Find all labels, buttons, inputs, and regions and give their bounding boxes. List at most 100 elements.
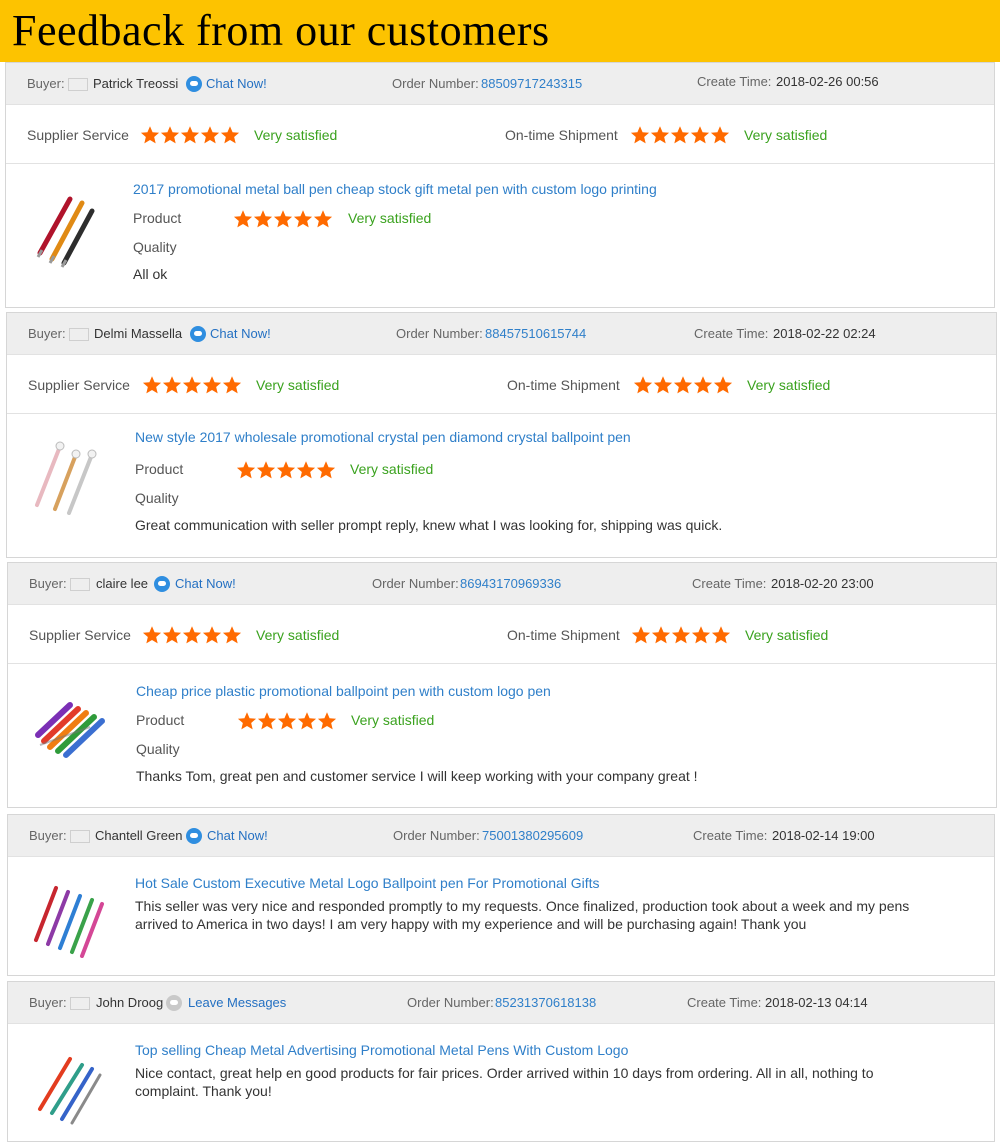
star-icon: [182, 626, 202, 644]
product-title-link[interactable]: 2017 promotional metal ball pen cheap st…: [133, 181, 657, 197]
review-card: Buyer: Chantell Green Chat Now! Order Nu…: [7, 814, 995, 976]
service-rating-row: Supplier Service Very satisfied On-time …: [7, 356, 996, 414]
create-time-value: 2018-02-14 19:00: [772, 828, 875, 843]
chat-now-link[interactable]: Chat Now!: [210, 313, 271, 355]
chat-now-link[interactable]: Chat Now!: [207, 815, 268, 857]
quality-label: Quality: [133, 239, 177, 255]
product-title-link[interactable]: Top selling Cheap Metal Advertising Prom…: [135, 1042, 628, 1058]
buyer-name: claire lee: [96, 576, 149, 591]
create-time-label: Create Time:: [697, 74, 772, 89]
star-icon: [296, 461, 316, 479]
star-icon: [297, 712, 317, 730]
review-comment: Great communication with seller prompt r…: [135, 517, 723, 533]
chat-icon[interactable]: [186, 76, 202, 92]
star-icon: [673, 376, 693, 394]
star-icon: [253, 210, 273, 228]
product-title-link[interactable]: Cheap price plastic promotional ballpoin…: [136, 683, 551, 699]
buyer-label: Buyer:: [27, 76, 65, 91]
star-icon: [630, 126, 650, 144]
order-number-link[interactable]: 75001380295609: [482, 815, 583, 857]
buyer-bar: Buyer: Patrick Treossi Chat Now! Order N…: [6, 63, 994, 105]
star-icon: [160, 126, 180, 144]
product-label: Product: [136, 712, 185, 728]
star-icon: [257, 712, 277, 730]
shipment-label: On-time Shipment: [505, 127, 618, 143]
order-number-link[interactable]: 85231370618138: [495, 982, 596, 1024]
star-icon: [202, 626, 222, 644]
review-comment: All ok: [133, 266, 168, 282]
chat-icon[interactable]: [186, 828, 202, 844]
shipment-stars: [631, 606, 731, 664]
product-thumbnail[interactable]: [30, 1045, 110, 1125]
star-icon: [650, 126, 670, 144]
chat-icon[interactable]: [190, 326, 206, 342]
star-icon: [713, 376, 733, 394]
review-body: New style 2017 wholesale promotional cry…: [7, 415, 996, 557]
create-time-value: 2018-02-22 02:24: [773, 326, 876, 341]
buyer-label: Buyer:: [29, 828, 67, 843]
star-icon: [182, 376, 202, 394]
usa-flag: [69, 328, 89, 341]
review-card: Buyer: Delmi Massella Chat Now! Order Nu…: [6, 312, 997, 558]
product-thumbnail[interactable]: [28, 878, 108, 958]
product-thumbnail[interactable]: [30, 687, 110, 767]
star-icon: [200, 126, 220, 144]
product-title-link[interactable]: New style 2017 wholesale promotional cry…: [135, 429, 631, 445]
product-title-link[interactable]: Hot Sale Custom Executive Metal Logo Bal…: [135, 875, 600, 891]
buyer-bar: Buyer: Chantell Green Chat Now! Order Nu…: [8, 815, 994, 857]
shipment-satisfaction: Very satisfied: [745, 627, 829, 643]
star-icon: [691, 626, 711, 644]
star-icon: [276, 461, 296, 479]
star-icon: [140, 126, 160, 144]
buyer-bar: Buyer: Delmi Massella Chat Now! Order Nu…: [7, 313, 996, 355]
supplier-service-label: Supplier Service: [27, 127, 129, 143]
service-rating-row: Supplier Service Very satisfied On-time …: [8, 606, 996, 664]
australia-flag: [70, 578, 90, 591]
supplier-stars: [142, 606, 242, 664]
buyer-name: Patrick Treossi: [93, 76, 179, 91]
quality-label: Quality: [135, 490, 179, 506]
shipment-label: On-time Shipment: [507, 627, 620, 643]
create-time-label: Create Time:: [694, 326, 769, 341]
shipment-stars: [630, 106, 730, 164]
review-body: Hot Sale Custom Executive Metal Logo Bal…: [8, 858, 994, 976]
order-number-label: Order Number:: [393, 828, 480, 843]
shipment-stars: [633, 356, 733, 414]
supplier-service-label: Supplier Service: [28, 377, 130, 393]
product-thumbnail[interactable]: [28, 191, 108, 271]
review-comment: Thanks Tom, great pen and customer servi…: [136, 768, 698, 784]
star-icon: [293, 210, 313, 228]
star-icon: [316, 461, 336, 479]
star-icon: [222, 626, 242, 644]
star-icon: [317, 712, 337, 730]
create-time-label: Create Time:: [692, 576, 767, 591]
product-label: Product: [133, 210, 182, 226]
product-thumbnail[interactable]: [27, 435, 107, 515]
create-time-label: Create Time:: [693, 828, 768, 843]
shipment-label: On-time Shipment: [507, 377, 620, 393]
order-number-link[interactable]: 86943170969336: [460, 563, 561, 605]
chat-icon[interactable]: [154, 576, 170, 592]
service-rating-row: Supplier Service Very satisfied On-time …: [6, 106, 994, 164]
review-card: Buyer: claire lee Chat Now! Order Number…: [7, 562, 997, 808]
buyer-label: Buyer:: [28, 326, 66, 341]
shipment-satisfaction: Very satisfied: [747, 377, 831, 393]
star-icon: [180, 126, 200, 144]
star-icon: [237, 712, 257, 730]
order-number-label: Order Number:: [392, 76, 479, 91]
create-time-label: Create Time:: [687, 995, 762, 1010]
star-icon: [633, 376, 653, 394]
chat-now-link[interactable]: Chat Now!: [206, 63, 267, 105]
order-number-label: Order Number:: [407, 995, 494, 1010]
order-number-link[interactable]: 88509717243315: [481, 63, 582, 105]
supplier-satisfaction: Very satisfied: [256, 627, 340, 643]
product-stars: [237, 711, 337, 731]
star-icon: [670, 126, 690, 144]
leave-messages-link[interactable]: Leave Messages: [188, 982, 286, 1024]
review-comment-line: complaint. Thank you!: [135, 1083, 272, 1099]
message-icon[interactable]: [166, 995, 182, 1011]
chat-now-link[interactable]: Chat Now!: [175, 563, 236, 605]
usa-flag: [70, 830, 90, 843]
create-time-value: 2018-02-20 23:00: [771, 576, 874, 591]
order-number-link[interactable]: 88457510615744: [485, 313, 586, 355]
